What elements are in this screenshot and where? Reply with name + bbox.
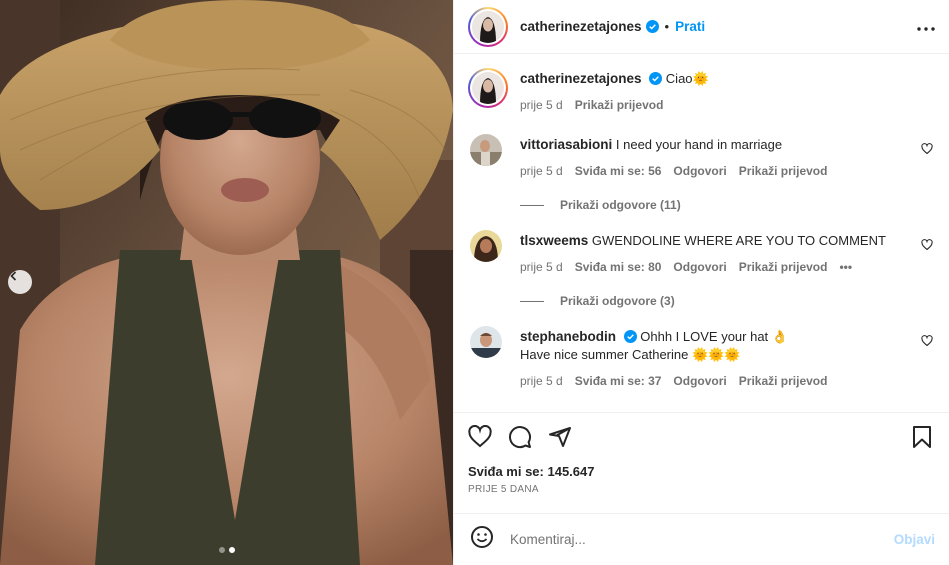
view-replies-button[interactable]: Prikaži odgovore (11) (520, 198, 933, 212)
view-replies-label: Prikaži odgovore (11) (560, 198, 681, 212)
reply-button[interactable]: Odgovori (673, 372, 726, 390)
avatar (472, 72, 504, 104)
show-translation-link[interactable]: Prikaži prijevod (739, 258, 828, 276)
caption-avatar[interactable] (468, 68, 508, 108)
caption-time[interactable]: prije 5 d (520, 96, 563, 114)
carousel-indicator (0, 547, 453, 553)
bookmark-icon (913, 426, 931, 448)
comment-likes[interactable]: Sviđa mi se: 37 (575, 372, 662, 390)
comment-composer: Objavi (454, 513, 949, 565)
comment-item: vittoriasabioni I need your hand in marr… (468, 134, 933, 180)
smiley-icon (471, 526, 493, 548)
comment-time[interactable]: prije 5 d (520, 258, 563, 276)
more-horizontal-icon (917, 26, 935, 31)
comment-input[interactable] (510, 532, 894, 547)
comment-time[interactable]: prije 5 d (520, 162, 563, 180)
ok-hand-emoji: 👌 (771, 329, 788, 344)
comment-text: I need your hand in marriage (615, 137, 783, 152)
carousel-dot (218, 547, 225, 553)
comment-time[interactable]: prije 5 d (520, 372, 563, 390)
verified-badge-icon (649, 72, 663, 85)
send-icon (549, 427, 571, 447)
show-translation-link[interactable]: Prikaži prijevod (739, 372, 828, 390)
comment-likes[interactable]: Sviđa mi se: 56 (575, 162, 662, 180)
save-button[interactable] (911, 425, 933, 449)
post-actions: Sviđa mi se: 145.647 PRIJE 5 DANA (454, 412, 949, 513)
like-comment-button[interactable] (921, 238, 933, 256)
like-button[interactable] (468, 425, 492, 449)
comment-likes[interactable]: Sviđa mi se: 80 (575, 258, 662, 276)
like-comment-button[interactable] (921, 142, 933, 160)
sun-emoji: 🌞 (692, 71, 709, 86)
verified-badge-icon (645, 20, 659, 33)
follow-button[interactable]: Prati (675, 19, 705, 34)
comment-bubble-icon (509, 426, 532, 449)
caption-text: Ciao (665, 71, 693, 86)
post-image[interactable] (0, 0, 453, 565)
post-caption: catherinezetajones Ciao🌞 prije 5 d Prika… (468, 68, 933, 114)
separator-dot: • (664, 19, 670, 34)
share-button[interactable] (548, 425, 572, 449)
show-translation-link[interactable]: Prikaži prijevod (575, 96, 664, 114)
commenter-avatar[interactable] (470, 230, 502, 262)
comment-item: tlsxweems GWENDOLINE WHERE ARE YOU TO CO… (468, 230, 933, 276)
chevron-left-icon (10, 271, 17, 281)
author-avatar[interactable] (468, 6, 508, 47)
verified-badge-icon (623, 330, 637, 343)
comment-text: GWENDOLINE WHERE ARE YOU TO COMMENT (591, 233, 886, 248)
show-translation-link[interactable]: Prikaži prijevod (739, 162, 828, 180)
more-options-button[interactable] (917, 18, 935, 36)
caption-username[interactable]: catherinezetajones (520, 71, 642, 86)
comment-button[interactable] (508, 425, 532, 449)
comment-more-options[interactable]: ••• (839, 258, 852, 276)
likes-count[interactable]: Sviđa mi se: 145.647 (468, 464, 933, 479)
heart-icon (921, 143, 933, 155)
post-date[interactable]: PRIJE 5 DANA (468, 484, 933, 495)
commenter-avatar[interactable] (470, 134, 502, 166)
reply-button[interactable]: Odgovori (673, 162, 726, 180)
post-comment-button[interactable]: Objavi (894, 532, 935, 547)
comments-list: catherinezetajones Ciao🌞 prije 5 d Prika… (454, 54, 949, 412)
carousel-dot-active (228, 547, 235, 553)
heart-icon (921, 239, 933, 251)
sun-emojis: 🌞🌞🌞 (691, 347, 741, 362)
comment-username[interactable]: vittoriasabioni (520, 137, 612, 152)
view-replies-button[interactable]: Prikaži odgovore (3) (520, 294, 933, 308)
view-replies-label: Prikaži odgovore (3) (560, 294, 675, 308)
reply-button[interactable]: Odgovori (673, 258, 726, 276)
divider-line (520, 300, 544, 302)
divider-line (520, 204, 544, 206)
comment-text-line2: Have nice summer Catherine (520, 347, 689, 362)
comment-text: Ohhh I LOVE your hat (640, 329, 769, 344)
heart-icon (468, 425, 492, 448)
comment-item: stephanebodin Ohhh I LOVE your hat 👌 Hav… (468, 326, 933, 390)
emoji-picker-button[interactable] (470, 525, 494, 554)
like-comment-button[interactable] (921, 334, 933, 352)
comment-username[interactable]: tlsxweems (520, 233, 588, 248)
post-side-panel: catherinezetajones • Prati catherinezeta… (453, 0, 949, 565)
heart-icon (921, 335, 933, 347)
post-header: catherinezetajones • Prati (454, 0, 949, 54)
author-username[interactable]: catherinezetajones (520, 19, 642, 34)
post-photo (0, 0, 453, 565)
commenter-avatar[interactable] (470, 326, 502, 358)
avatar (472, 10, 504, 43)
previous-image-button[interactable] (8, 270, 32, 294)
comment-username[interactable]: stephanebodin (520, 329, 616, 344)
